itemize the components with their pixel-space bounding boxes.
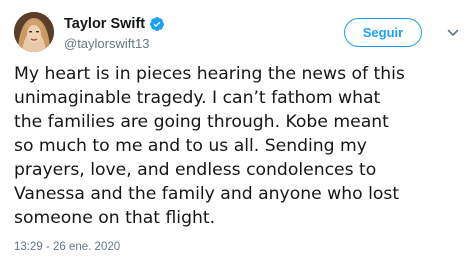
chevron-down-icon[interactable]	[447, 26, 459, 38]
tweet-timestamp[interactable]: 13:29 - 26 ene. 2020	[14, 241, 120, 253]
follow-button[interactable]: Seguir	[344, 18, 422, 47]
tweet-card: Taylor Swift @taylorswift13 Seguir My he…	[0, 0, 474, 266]
author-names: Taylor Swift @taylorswift13	[64, 15, 165, 51]
display-name-row: Taylor Swift	[64, 15, 165, 33]
verified-badge-icon	[149, 16, 165, 32]
display-name[interactable]: Taylor Swift	[64, 16, 145, 32]
avatar[interactable]	[14, 12, 54, 52]
author-handle[interactable]: @taylorswift13	[64, 36, 165, 51]
tweet-text: My heart is in pieces hearing the news o…	[14, 64, 405, 228]
tweet-header: Taylor Swift @taylorswift13 Seguir	[14, 12, 464, 56]
